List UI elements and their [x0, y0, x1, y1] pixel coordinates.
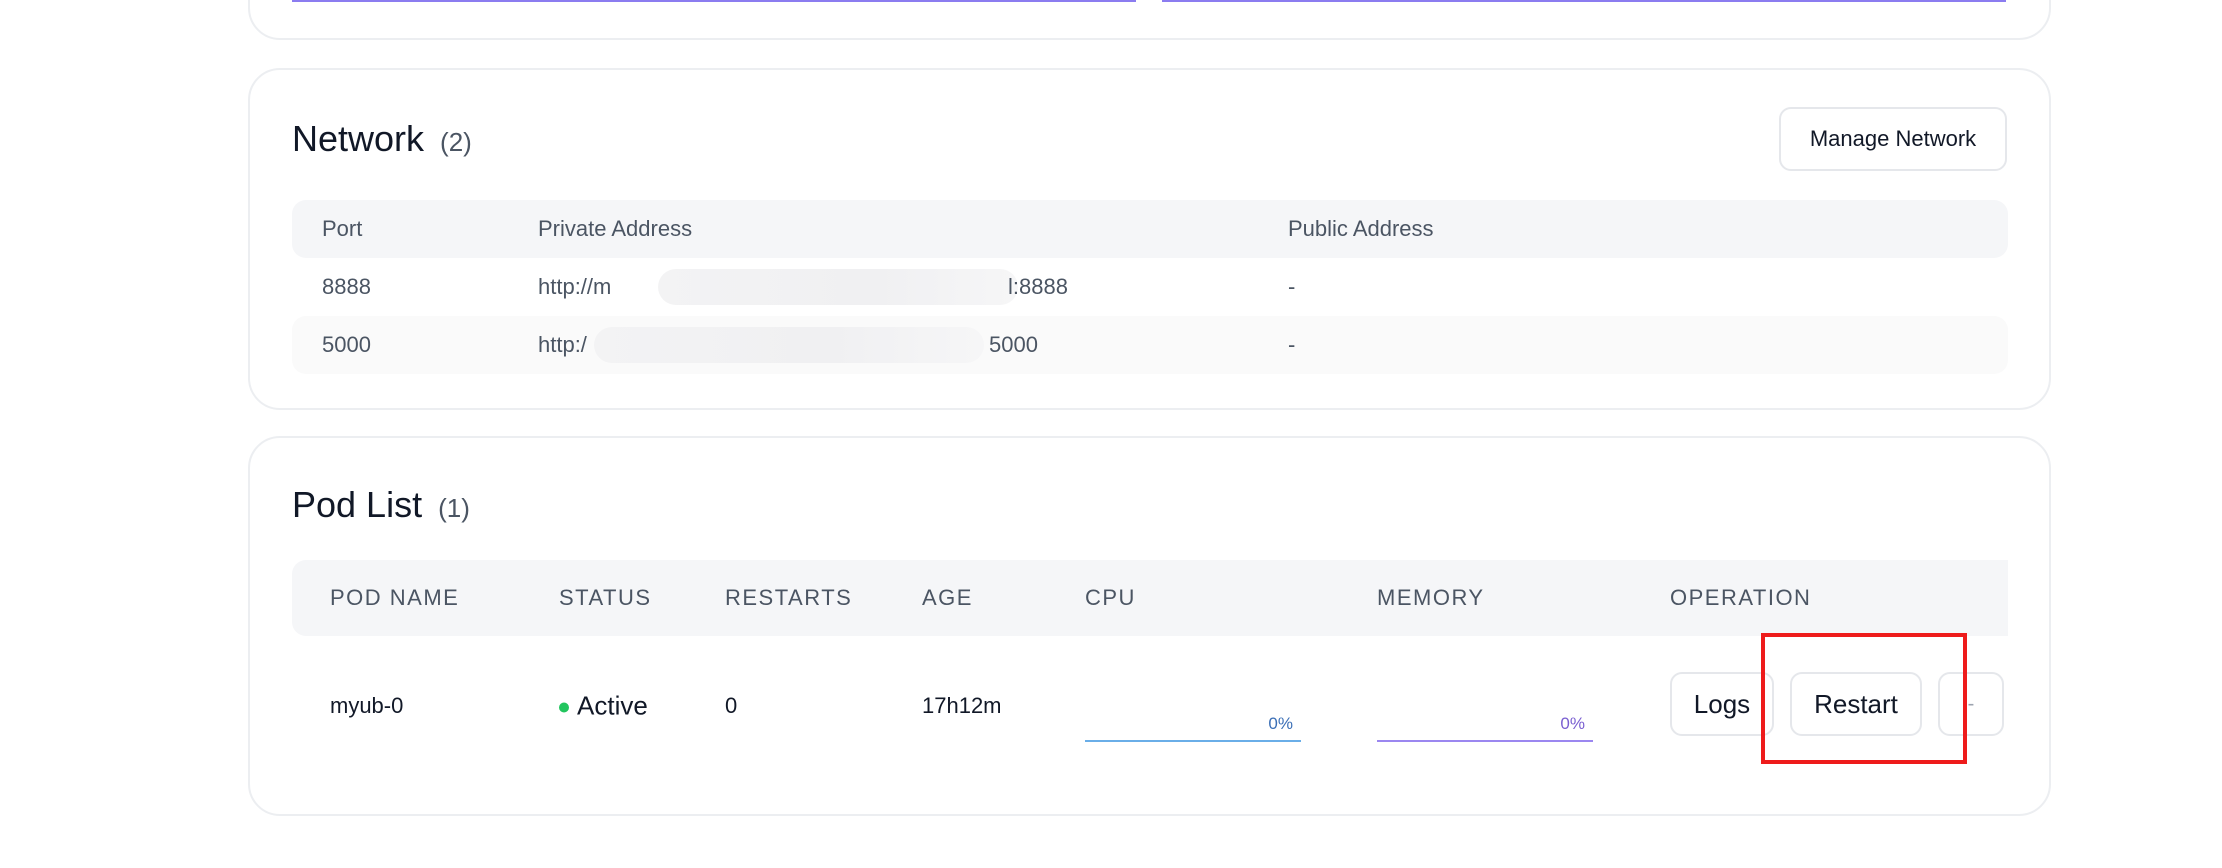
public-address-cell: - — [1288, 332, 1296, 357]
private-address-end: l:8888 — [1008, 274, 1068, 299]
age-cell: 17h12m — [922, 693, 1002, 718]
col-age: AGE — [922, 585, 973, 610]
cpu-meter: 0% — [1085, 714, 1301, 742]
col-status: STATUS — [559, 585, 652, 610]
pod-list-title: Pod List (1) — [292, 484, 470, 526]
col-restarts: RESTARTS — [725, 585, 853, 610]
network-count: (2) — [440, 127, 472, 157]
progress-bar-right — [1162, 0, 2006, 2]
memory-meter: 0% — [1377, 714, 1593, 742]
private-address-start: http:/ — [538, 332, 587, 357]
restarts-cell: 0 — [725, 693, 738, 718]
public-address-cell: - — [1288, 274, 1296, 299]
pod-table-header: POD NAME STATUS RESTARTS AGE CPU MEMORY … — [292, 560, 2008, 636]
more-actions-button[interactable]: - — [1938, 672, 2004, 736]
cpu-meter-line — [1085, 740, 1301, 742]
port-cell: 8888 — [322, 274, 371, 299]
status-text: Active — [577, 690, 648, 721]
status-dot-icon — [559, 702, 569, 713]
logs-button[interactable]: Logs — [1670, 672, 1774, 736]
network-title-text: Network — [292, 118, 425, 159]
col-port: Port — [322, 216, 363, 241]
restart-button[interactable]: Restart — [1790, 672, 1922, 736]
col-memory: MEMORY — [1377, 585, 1485, 610]
table-row: 5000 http:/ 5000 - — [292, 316, 2008, 374]
col-public-address: Public Address — [1288, 216, 1434, 241]
pod-list-count: (1) — [438, 493, 470, 523]
status-badge: Active — [559, 691, 648, 722]
port-cell: 5000 — [322, 332, 371, 357]
pod-name-cell: myub-0 — [330, 693, 404, 718]
col-cpu: CPU — [1085, 585, 1136, 610]
network-table: Port Private Address Public Address 8888… — [292, 200, 2008, 374]
redaction-mask — [594, 327, 984, 363]
network-card: Network (2) Manage Network Port Private … — [248, 68, 2051, 410]
progress-bar-left — [292, 0, 1136, 2]
col-operation: OPERATION — [1670, 585, 1812, 610]
network-title: Network (2) — [292, 118, 472, 160]
pod-list-title-text: Pod List — [292, 484, 423, 525]
memory-meter-line — [1377, 740, 1593, 742]
table-row: 8888 http://m l:8888 - — [292, 258, 2008, 316]
pod-list-card: Pod List (1) POD NAME STATUS RESTARTS AG… — [248, 436, 2051, 816]
private-address-start: http://m — [538, 274, 612, 299]
col-private-address: Private Address — [538, 216, 693, 241]
network-table-header: Port Private Address Public Address — [292, 200, 2008, 258]
redaction-mask — [658, 269, 1018, 305]
table-row: myub-0 Active 0 17h12m 0% 0% Logs Restar… — [292, 636, 2008, 776]
cpu-percent: 0% — [1268, 714, 1293, 733]
private-address-end: 5000 — [989, 332, 1038, 357]
manage-network-button[interactable]: Manage Network — [1779, 107, 2007, 171]
col-pod-name: POD NAME — [330, 585, 460, 610]
memory-percent: 0% — [1560, 714, 1585, 733]
resource-card-partial — [248, 0, 2051, 40]
